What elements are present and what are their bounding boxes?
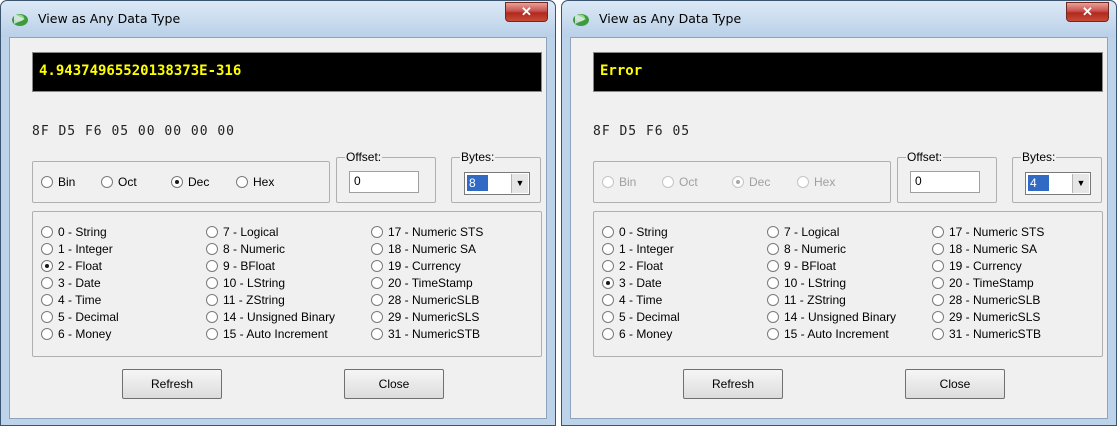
radio-bin: Bin bbox=[602, 175, 636, 189]
type-radio[interactable]: 7 - Logical bbox=[767, 225, 839, 239]
close-window-button[interactable]: ✕ bbox=[1066, 2, 1109, 22]
refresh-button[interactable]: Refresh bbox=[683, 369, 783, 399]
type-radio[interactable]: 19 - Currency bbox=[932, 259, 1022, 273]
type-radio[interactable]: 20 - TimeStamp bbox=[371, 276, 473, 290]
type-radio[interactable]: 3 - Date bbox=[41, 276, 101, 290]
type-radio[interactable]: 31 - NumericSTB bbox=[932, 327, 1041, 341]
type-radio[interactable]: 11 - ZString bbox=[206, 293, 285, 307]
type-radio[interactable]: 3 - Date bbox=[602, 276, 662, 290]
close-window-button[interactable]: ✕ bbox=[505, 2, 548, 22]
hex-bytes: 8F D5 F6 05 bbox=[593, 124, 691, 139]
radio-oct: Oct bbox=[662, 175, 698, 189]
value-display: Error bbox=[593, 52, 1103, 92]
offset-group: Offset: 0 bbox=[336, 150, 436, 203]
offset-input[interactable]: 0 bbox=[910, 171, 980, 193]
type-radio[interactable]: 7 - Logical bbox=[206, 225, 278, 239]
type-radio[interactable]: 18 - Numeric SA bbox=[932, 242, 1037, 256]
type-group: 0 - String 1 - Integer 2 - Float 3 - Dat… bbox=[32, 211, 542, 357]
radio-hex: Hex bbox=[797, 175, 835, 189]
bytes-group: Bytes: 4 ▼ bbox=[1012, 150, 1102, 203]
type-radio[interactable]: 6 - Money bbox=[41, 327, 111, 341]
bytes-select[interactable]: 4 ▼ bbox=[1025, 172, 1091, 195]
value-display: 4.94374965520138373E-316 bbox=[32, 52, 542, 92]
app-icon bbox=[12, 14, 28, 26]
bytes-value: 4 bbox=[1028, 175, 1049, 191]
type-radio[interactable]: 2 - Float bbox=[41, 259, 102, 273]
type-radio[interactable]: 20 - TimeStamp bbox=[932, 276, 1034, 290]
type-radio[interactable]: 17 - Numeric STS bbox=[932, 225, 1044, 239]
type-radio[interactable]: 5 - Decimal bbox=[602, 310, 680, 324]
display-value: 4.94374965520138373E-316 bbox=[39, 63, 242, 79]
type-radio[interactable]: 6 - Money bbox=[602, 327, 672, 341]
type-radio[interactable]: 5 - Decimal bbox=[41, 310, 119, 324]
close-button[interactable]: Close bbox=[344, 369, 444, 399]
hex-bytes: 8F D5 F6 05 00 00 00 00 bbox=[32, 124, 236, 139]
type-radio[interactable]: 10 - LString bbox=[206, 276, 285, 290]
type-radio[interactable]: 29 - NumericSLS bbox=[932, 310, 1040, 324]
client-area: 4.94374965520138373E-316 8F D5 F6 05 00 … bbox=[9, 37, 547, 419]
client-area: Error 8F D5 F6 05 Bin Oct Dec Hex Offset… bbox=[570, 37, 1108, 419]
type-radio[interactable]: 31 - NumericSTB bbox=[371, 327, 480, 341]
type-radio[interactable]: 0 - String bbox=[602, 225, 668, 239]
type-radio[interactable]: 28 - NumericSLB bbox=[371, 293, 479, 307]
offset-label: Offset: bbox=[345, 150, 383, 164]
radio-hex[interactable]: Hex bbox=[236, 175, 274, 189]
type-radio[interactable]: 17 - Numeric STS bbox=[371, 225, 483, 239]
type-radio[interactable]: 9 - BFloat bbox=[767, 259, 836, 273]
dialog-window-2: View as Any Data Type ✕ Error 8F D5 F6 0… bbox=[561, 0, 1117, 426]
display-value: Error bbox=[600, 63, 643, 79]
bytes-value: 8 bbox=[467, 175, 488, 191]
type-radio[interactable]: 8 - Numeric bbox=[767, 242, 846, 256]
window-title: View as Any Data Type bbox=[599, 11, 742, 26]
close-button[interactable]: Close bbox=[905, 369, 1005, 399]
type-radio[interactable]: 10 - LString bbox=[767, 276, 846, 290]
type-radio[interactable]: 29 - NumericSLS bbox=[371, 310, 479, 324]
type-radio[interactable]: 0 - String bbox=[41, 225, 107, 239]
radio-oct[interactable]: Oct bbox=[101, 175, 137, 189]
type-radio[interactable]: 19 - Currency bbox=[371, 259, 461, 273]
title-bar[interactable]: View as Any Data Type ✕ bbox=[562, 1, 1116, 37]
bytes-select[interactable]: 8 ▼ bbox=[464, 172, 530, 195]
type-radio[interactable]: 1 - Integer bbox=[602, 242, 674, 256]
radio-bin[interactable]: Bin bbox=[41, 175, 75, 189]
app-icon bbox=[573, 14, 589, 26]
type-radio[interactable]: 2 - Float bbox=[602, 259, 663, 273]
offset-group: Offset: 0 bbox=[897, 150, 997, 203]
refresh-button[interactable]: Refresh bbox=[122, 369, 222, 399]
dialog-window-1: View as Any Data Type ✕ 4.94374965520138… bbox=[0, 0, 556, 426]
type-radio[interactable]: 4 - Time bbox=[602, 293, 662, 307]
type-radio[interactable]: 15 - Auto Increment bbox=[206, 327, 328, 341]
offset-input[interactable]: 0 bbox=[349, 171, 419, 193]
title-bar[interactable]: View as Any Data Type ✕ bbox=[1, 1, 555, 37]
chevron-down-icon[interactable]: ▼ bbox=[1072, 174, 1089, 193]
type-radio[interactable]: 1 - Integer bbox=[41, 242, 113, 256]
type-radio[interactable]: 9 - BFloat bbox=[206, 259, 275, 273]
chevron-down-icon[interactable]: ▼ bbox=[511, 174, 528, 193]
type-radio[interactable]: 18 - Numeric SA bbox=[371, 242, 476, 256]
offset-label: Offset: bbox=[906, 150, 944, 164]
radio-dec: Dec bbox=[732, 175, 770, 189]
type-group: 0 - String 1 - Integer 2 - Float 3 - Dat… bbox=[593, 211, 1103, 357]
type-radio[interactable]: 8 - Numeric bbox=[206, 242, 285, 256]
type-radio[interactable]: 15 - Auto Increment bbox=[767, 327, 889, 341]
bytes-label: Bytes: bbox=[1021, 150, 1057, 164]
type-radio[interactable]: 28 - NumericSLB bbox=[932, 293, 1040, 307]
type-radio[interactable]: 4 - Time bbox=[41, 293, 101, 307]
radix-group: Bin Oct Dec Hex bbox=[32, 161, 330, 203]
radio-dec[interactable]: Dec bbox=[171, 175, 209, 189]
type-radio[interactable]: 14 - Unsigned Binary bbox=[767, 310, 896, 324]
radix-group: Bin Oct Dec Hex bbox=[593, 161, 891, 203]
type-radio[interactable]: 14 - Unsigned Binary bbox=[206, 310, 335, 324]
type-radio[interactable]: 11 - ZString bbox=[767, 293, 846, 307]
window-title: View as Any Data Type bbox=[38, 11, 181, 26]
bytes-group: Bytes: 8 ▼ bbox=[451, 150, 541, 203]
bytes-label: Bytes: bbox=[460, 150, 496, 164]
